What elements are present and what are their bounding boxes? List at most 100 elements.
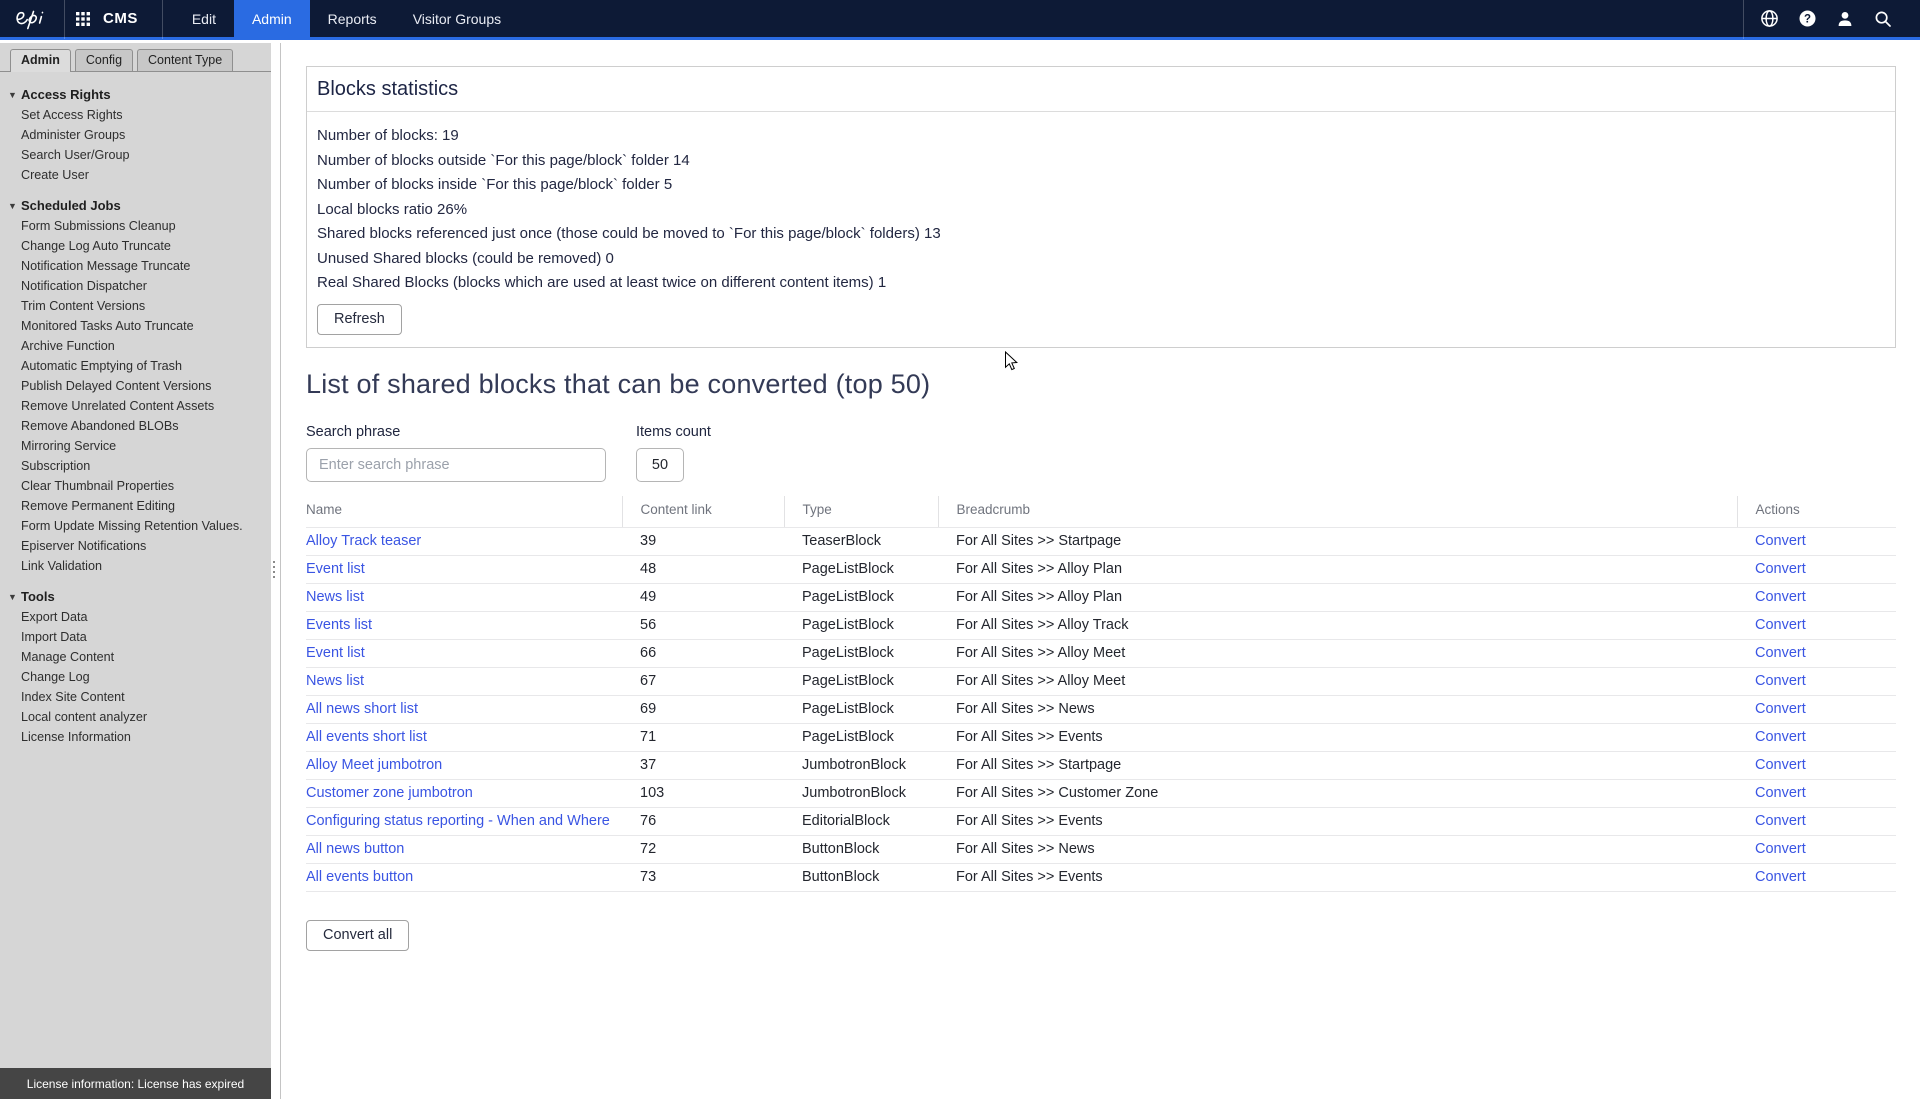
tab-config[interactable]: Config [75, 49, 133, 71]
block-name-link[interactable]: Customer zone jumbotron [306, 785, 473, 801]
convert-link[interactable]: Convert [1755, 869, 1806, 885]
block-name-link[interactable]: Events list [306, 617, 372, 633]
block-name-link[interactable]: All news short list [306, 701, 418, 717]
convert-link[interactable]: Convert [1755, 757, 1806, 773]
actions-cell: Convert [1737, 667, 1896, 695]
sidebar-item[interactable]: Change Log [8, 667, 265, 687]
block-name-link[interactable]: All news button [306, 841, 404, 857]
sidebar-item[interactable]: Export Data [8, 607, 265, 627]
type-cell: PageListBlock [784, 555, 938, 583]
app-switcher-grid-icon[interactable] [76, 12, 90, 26]
nav-item-admin[interactable]: Admin [234, 0, 310, 39]
search-field: Search phrase [306, 424, 636, 482]
stat-line: Number of blocks: 19 [317, 124, 1885, 149]
shared-blocks-heading: List of shared blocks that can be conver… [306, 369, 1896, 400]
block-name-link[interactable]: News list [306, 673, 364, 689]
sidebar-item[interactable]: Change Log Auto Truncate [8, 236, 265, 256]
blocks-statistics-panel: Blocks statistics Number of blocks: 19 N… [306, 66, 1896, 348]
convert-link[interactable]: Convert [1755, 813, 1806, 829]
stat-line: Shared blocks referenced just once (thos… [317, 222, 1885, 247]
sidebar-item[interactable]: Mirroring Service [8, 436, 265, 456]
globe-icon[interactable] [1750, 9, 1788, 28]
sidebar-item[interactable]: Set Access Rights [8, 105, 265, 125]
sidebar-item[interactable]: Remove Permanent Editing [8, 496, 265, 516]
type-cell: ButtonBlock [784, 835, 938, 863]
sidebar-item[interactable]: Remove Abandoned BLOBs [8, 416, 265, 436]
section-tools: ▼ Tools Export Data Import Data Manage C… [8, 586, 265, 747]
sidebar-item[interactable]: Subscription [8, 456, 265, 476]
name-cell: Customer zone jumbotron [306, 779, 622, 807]
sidebar-item[interactable]: Manage Content [8, 647, 265, 667]
convert-link[interactable]: Convert [1755, 701, 1806, 717]
stat-line: Local blocks ratio 26% [317, 198, 1885, 223]
navbar-divider [64, 0, 65, 39]
sidebar-item[interactable]: License Information [8, 727, 265, 747]
block-name-link[interactable]: Event list [306, 561, 365, 577]
sidebar-item[interactable]: Publish Delayed Content Versions [8, 376, 265, 396]
sidebar-item[interactable]: Link Validation [8, 556, 265, 576]
section-header-scheduled-jobs[interactable]: ▼ Scheduled Jobs [8, 195, 265, 216]
search-input[interactable] [306, 448, 606, 482]
sidebar-item[interactable]: Monitored Tasks Auto Truncate [8, 316, 265, 336]
sidebar-item[interactable]: Index Site Content [8, 687, 265, 707]
epi-logo[interactable] [13, 8, 53, 30]
search-icon[interactable] [1864, 10, 1902, 28]
convert-link[interactable]: Convert [1755, 533, 1806, 549]
refresh-button[interactable]: Refresh [317, 304, 402, 335]
profile-icon[interactable] [1826, 10, 1864, 28]
navbar-divider [1743, 0, 1744, 39]
section-header-access-rights[interactable]: ▼ Access Rights [8, 84, 265, 105]
sidebar-item[interactable]: Trim Content Versions [8, 296, 265, 316]
content-link-cell: 76 [622, 807, 784, 835]
sidebar-item[interactable]: Local content analyzer [8, 707, 265, 727]
convert-link[interactable]: Convert [1755, 729, 1806, 745]
table-row: All events button 73 ButtonBlock For All… [306, 863, 1896, 891]
tab-content-type[interactable]: Content Type [137, 49, 233, 71]
sidebar-item[interactable]: Archive Function [8, 336, 265, 356]
block-name-link[interactable]: Alloy Meet jumbotron [306, 757, 442, 773]
convert-all-button[interactable]: Convert all [306, 920, 409, 951]
block-name-link[interactable]: News list [306, 589, 364, 605]
nav-item-visitor-groups[interactable]: Visitor Groups [395, 0, 519, 39]
block-name-link[interactable]: Event list [306, 645, 365, 661]
section-header-tools[interactable]: ▼ Tools [8, 586, 265, 607]
sidebar-item[interactable]: Episerver Notifications [8, 536, 265, 556]
block-name-link[interactable]: Alloy Track teaser [306, 533, 421, 549]
type-cell: JumbotronBlock [784, 751, 938, 779]
table-row: Configuring status reporting - When and … [306, 807, 1896, 835]
sidebar-item[interactable]: Notification Message Truncate [8, 256, 265, 276]
block-name-link[interactable]: Configuring status reporting - When and … [306, 813, 610, 829]
help-icon[interactable]: ? [1788, 9, 1826, 28]
convert-link[interactable]: Convert [1755, 673, 1806, 689]
sidebar-item[interactable]: Form Submissions Cleanup [8, 216, 265, 236]
block-name-link[interactable]: All events short list [306, 729, 427, 745]
convert-link[interactable]: Convert [1755, 617, 1806, 633]
admin-sidebar: Admin Config Content Type ▼ Access Right… [0, 43, 271, 1099]
actions-cell: Convert [1737, 863, 1896, 891]
table-row: Event list 66 PageListBlock For All Site… [306, 639, 1896, 667]
tab-admin[interactable]: Admin [10, 49, 71, 72]
nav-item-reports[interactable]: Reports [310, 0, 395, 39]
sidebar-splitter[interactable] [271, 43, 281, 1099]
sidebar-item[interactable]: Form Update Missing Retention Values. [8, 516, 265, 536]
sidebar-item[interactable]: Remove Unrelated Content Assets [8, 396, 265, 416]
license-warning-bar: License information: License has expired [0, 1068, 271, 1099]
convert-link[interactable]: Convert [1755, 785, 1806, 801]
items-count-input[interactable] [636, 448, 684, 482]
convert-link[interactable]: Convert [1755, 589, 1806, 605]
convert-link[interactable]: Convert [1755, 841, 1806, 857]
sidebar-item[interactable]: Import Data [8, 627, 265, 647]
sidebar-item[interactable]: Administer Groups [8, 125, 265, 145]
sidebar-item[interactable]: Search User/Group [8, 145, 265, 165]
sidebar-item[interactable]: Notification Dispatcher [8, 276, 265, 296]
sidebar-item[interactable]: Create User [8, 165, 265, 185]
breadcrumb-cell: For All Sites >> Events [938, 723, 1737, 751]
block-name-link[interactable]: All events button [306, 869, 413, 885]
sidebar-item[interactable]: Clear Thumbnail Properties [8, 476, 265, 496]
section-scheduled-jobs: ▼ Scheduled Jobs Form Submissions Cleanu… [8, 195, 265, 576]
convert-link[interactable]: Convert [1755, 645, 1806, 661]
sidebar-item[interactable]: Automatic Emptying of Trash [8, 356, 265, 376]
actions-cell: Convert [1737, 835, 1896, 863]
nav-item-edit[interactable]: Edit [174, 0, 234, 39]
convert-link[interactable]: Convert [1755, 561, 1806, 577]
